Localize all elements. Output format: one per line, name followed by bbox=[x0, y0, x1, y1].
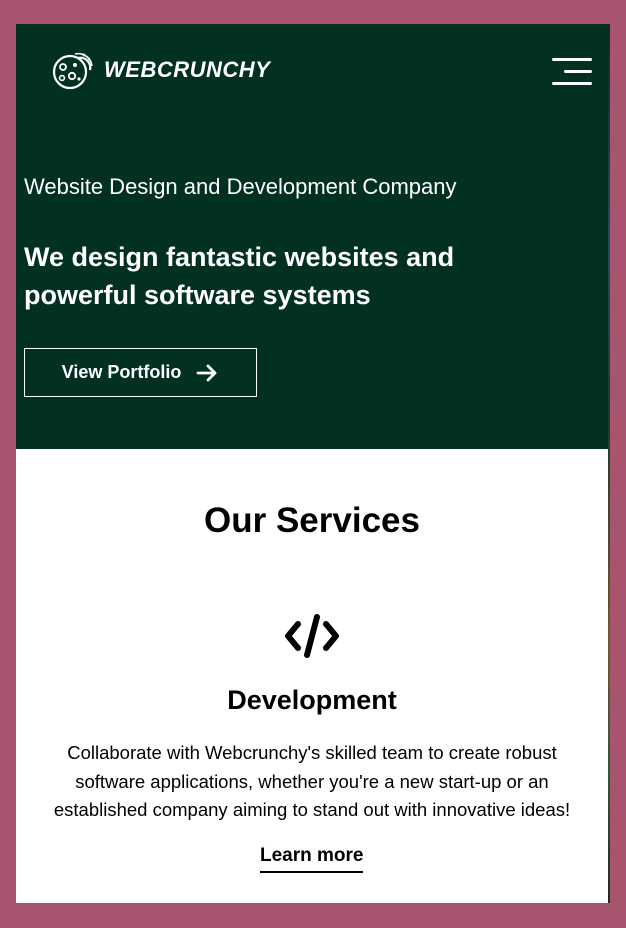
services-heading: Our Services bbox=[204, 501, 420, 540]
hamburger-menu-bar bbox=[552, 82, 592, 85]
page-frame: WEBCRUNCHY Website Design and Developmen… bbox=[16, 24, 608, 903]
code-icon bbox=[285, 614, 339, 658]
services-section: Our Services Development Collaborate wit… bbox=[16, 449, 608, 903]
cookie-logo-icon bbox=[52, 52, 93, 90]
view-portfolio-button[interactable]: View Portfolio bbox=[24, 348, 257, 397]
hero-section: WEBCRUNCHY Website Design and Developmen… bbox=[16, 24, 608, 449]
hero-tagline: Website Design and Development Company bbox=[24, 174, 457, 199]
service-title: Development bbox=[227, 685, 397, 715]
brand-logo[interactable]: WEBCRUNCHY bbox=[48, 46, 270, 94]
hamburger-menu-icon bbox=[552, 58, 592, 61]
learn-more-link[interactable]: Learn more bbox=[260, 845, 364, 873]
service-description: Collaborate with Webcrunchy's skilled te… bbox=[53, 742, 571, 820]
background-edge-strip bbox=[608, 24, 610, 903]
hamburger-menu-bar bbox=[564, 70, 592, 73]
brand-name: WEBCRUNCHY bbox=[104, 57, 271, 82]
hamburger-menu-button[interactable] bbox=[550, 56, 594, 90]
hero-headline: We design fantastic websites and powerfu… bbox=[24, 242, 455, 310]
arrow-right-icon bbox=[196, 364, 217, 381]
site-header: WEBCRUNCHY bbox=[16, 24, 608, 122]
view-portfolio-label: View Portfolio bbox=[61, 362, 182, 382]
